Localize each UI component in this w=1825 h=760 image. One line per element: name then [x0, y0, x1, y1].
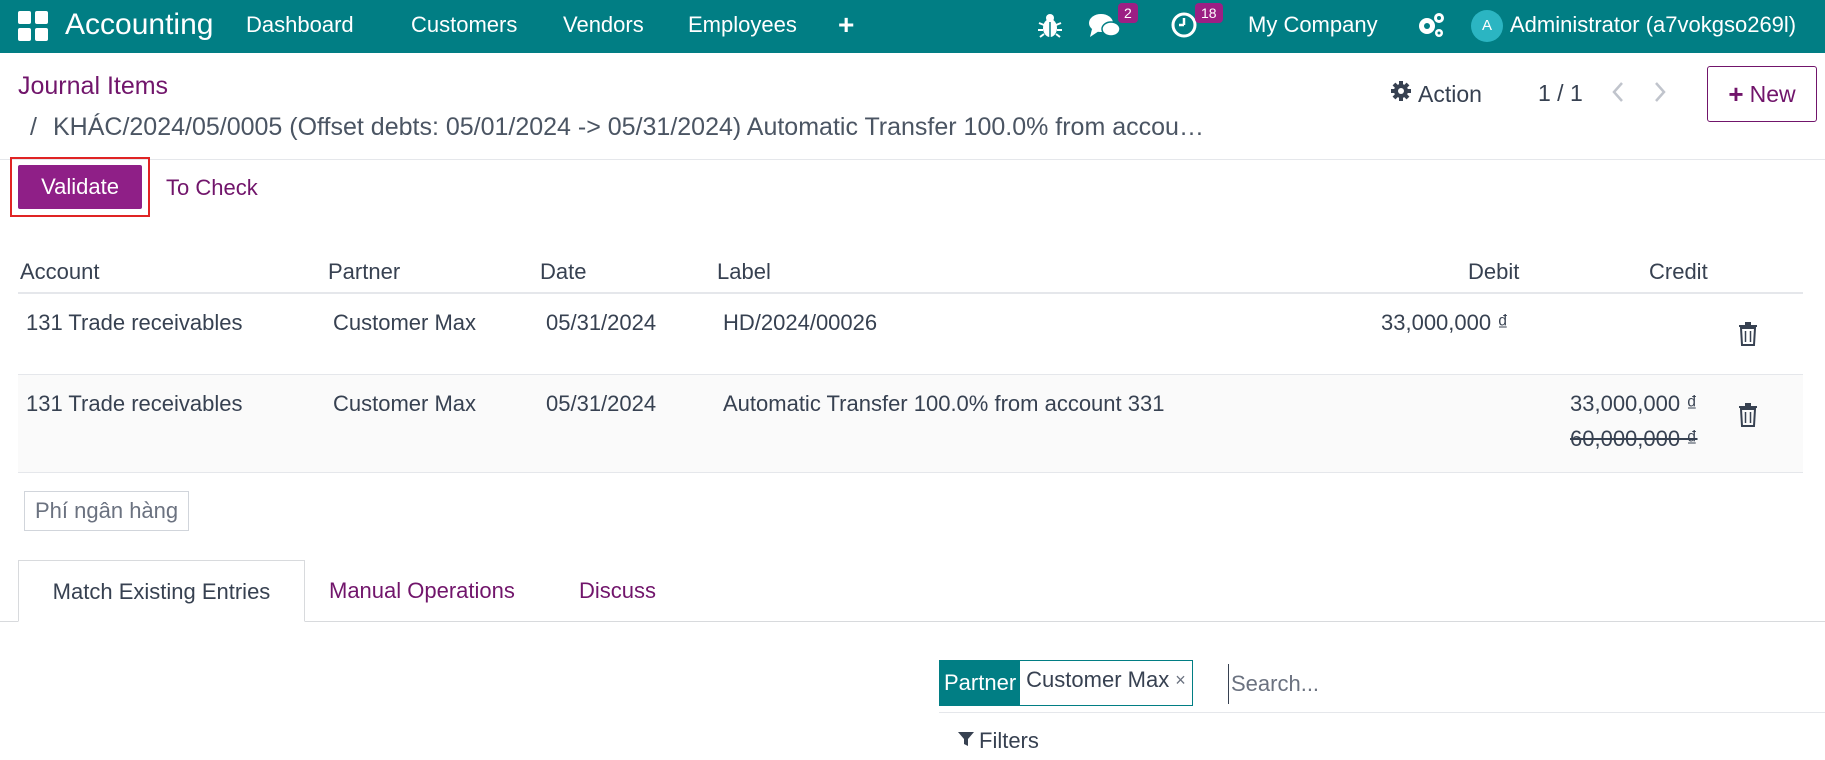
- messages-badge: 2: [1118, 3, 1138, 23]
- cell-account[interactable]: 131 Trade receivables: [26, 310, 242, 336]
- column-header-label[interactable]: Label: [717, 259, 771, 285]
- facet-remove-icon[interactable]: ×: [1175, 661, 1186, 705]
- bug-icon[interactable]: [1037, 11, 1063, 44]
- messages-icon[interactable]: [1088, 12, 1122, 45]
- facet-value: Customer Max: [1026, 667, 1170, 692]
- tab-manual-operations[interactable]: Manual Operations: [329, 560, 515, 622]
- validate-button[interactable]: Validate: [18, 165, 142, 209]
- column-header-date[interactable]: Date: [540, 259, 586, 285]
- settings-gears-icon[interactable]: [1416, 11, 1446, 44]
- breadcrumb-separator: /: [30, 113, 37, 141]
- cell-debit[interactable]: 33,000,000 ₫: [1381, 310, 1509, 336]
- tab-match-existing-entries[interactable]: Match Existing Entries: [18, 560, 305, 622]
- column-header-account[interactable]: Account: [20, 259, 100, 285]
- search-input[interactable]: [1228, 664, 1818, 704]
- gear-icon: [1390, 80, 1412, 108]
- table-row[interactable]: 131 Trade receivables Customer Max 05/31…: [18, 375, 1803, 473]
- table-row[interactable]: 131 Trade receivables Customer Max 05/31…: [18, 294, 1803, 375]
- cell-partner[interactable]: Customer Max: [333, 310, 476, 336]
- search-divider: [939, 712, 1825, 713]
- menu-customers[interactable]: Customers: [411, 12, 517, 38]
- menu-vendors[interactable]: Vendors: [563, 12, 644, 38]
- activities-clock-icon[interactable]: [1170, 11, 1198, 44]
- breadcrumb-current-record: KHÁC/2024/05/0005 (Offset debts: 05/01/2…: [53, 113, 1213, 141]
- chevron-left-icon[interactable]: [1610, 80, 1626, 111]
- action-label: Action: [1418, 80, 1482, 107]
- chevron-right-icon[interactable]: [1652, 80, 1668, 111]
- trash-icon[interactable]: [1738, 403, 1758, 432]
- user-menu[interactable]: Administrator (a7vokgso269l): [1510, 12, 1796, 38]
- facet-label: Partner: [940, 661, 1021, 705]
- to-check-button[interactable]: To Check: [166, 175, 258, 201]
- cell-date[interactable]: 05/31/2024: [546, 310, 656, 336]
- column-header-debit[interactable]: Debit: [1468, 259, 1519, 285]
- trash-icon[interactable]: [1738, 322, 1758, 351]
- user-avatar[interactable]: A: [1471, 10, 1503, 42]
- filters-button[interactable]: Filters: [957, 728, 1039, 754]
- filters-label: Filters: [979, 728, 1039, 753]
- app-name[interactable]: Accounting: [65, 8, 213, 42]
- cell-account[interactable]: 131 Trade receivables: [26, 391, 242, 417]
- bank-fee-button[interactable]: Phí ngân hàng: [24, 491, 190, 531]
- menu-employees[interactable]: Employees: [688, 12, 797, 38]
- cell-partner[interactable]: Customer Max: [333, 391, 476, 417]
- action-menu-button[interactable]: Action: [1390, 80, 1482, 108]
- column-header-partner[interactable]: Partner: [328, 259, 400, 285]
- new-button[interactable]: + New: [1707, 66, 1817, 122]
- tab-discuss[interactable]: Discuss: [579, 560, 656, 622]
- menu-dashboard[interactable]: Dashboard: [246, 12, 354, 38]
- filter-funnel-icon: [957, 728, 975, 754]
- column-header-credit[interactable]: Credit: [1649, 259, 1708, 285]
- plus-icon[interactable]: +: [838, 9, 854, 41]
- company-switcher[interactable]: My Company: [1248, 12, 1378, 38]
- breadcrumb-journal-items[interactable]: Journal Items: [18, 72, 168, 101]
- apps-menu-icon[interactable]: [18, 11, 48, 41]
- plus-icon: +: [1728, 78, 1744, 109]
- new-label: New: [1749, 80, 1796, 107]
- cell-label[interactable]: HD/2024/00026: [723, 310, 877, 336]
- cell-date[interactable]: 05/31/2024: [546, 391, 656, 417]
- top-navbar: Accounting Dashboard Customers Vendors E…: [0, 0, 1825, 53]
- cell-credit[interactable]: 33,000,000 ₫: [1570, 391, 1698, 417]
- cell-label[interactable]: Automatic Transfer 100.0% from account 3…: [723, 391, 1164, 417]
- cell-credit-original: 60,000,000 ₫: [1570, 426, 1698, 451]
- search-facet-partner: Partner Customer Max ×: [939, 660, 1193, 706]
- pager-value[interactable]: 1 / 1: [1538, 80, 1583, 107]
- control-panel-divider: [0, 159, 1825, 160]
- activities-badge: 18: [1195, 3, 1223, 23]
